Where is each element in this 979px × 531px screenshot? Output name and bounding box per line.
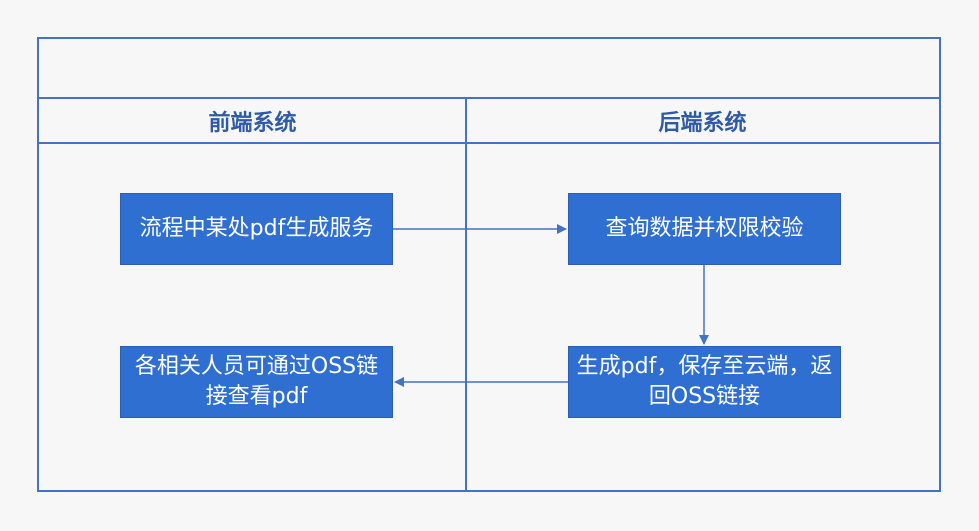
node-pdf-generation-service[interactable]: 流程中某处pdf生成服务 xyxy=(120,193,393,265)
swimlane-header-row: 前端系统 后端系统 xyxy=(39,99,939,144)
node-view-pdf-via-oss[interactable]: 各相关人员可通过OSS链接查看pdf xyxy=(120,346,393,418)
diagram-canvas: 前端系统 后端系统 流程中某处pdf生成服务 查询数据并权限校验 生成pdf，保… xyxy=(0,0,979,531)
node-query-and-permission-check[interactable]: 查询数据并权限校验 xyxy=(568,193,841,265)
lane-divider xyxy=(465,99,467,490)
lane-title-backend: 后端系统 xyxy=(658,110,747,136)
swimlane-title-row xyxy=(39,39,939,99)
lane-title-frontend: 前端系统 xyxy=(208,110,297,136)
node-generate-and-upload-pdf[interactable]: 生成pdf，保存至云端，返回OSS链接 xyxy=(568,346,841,418)
